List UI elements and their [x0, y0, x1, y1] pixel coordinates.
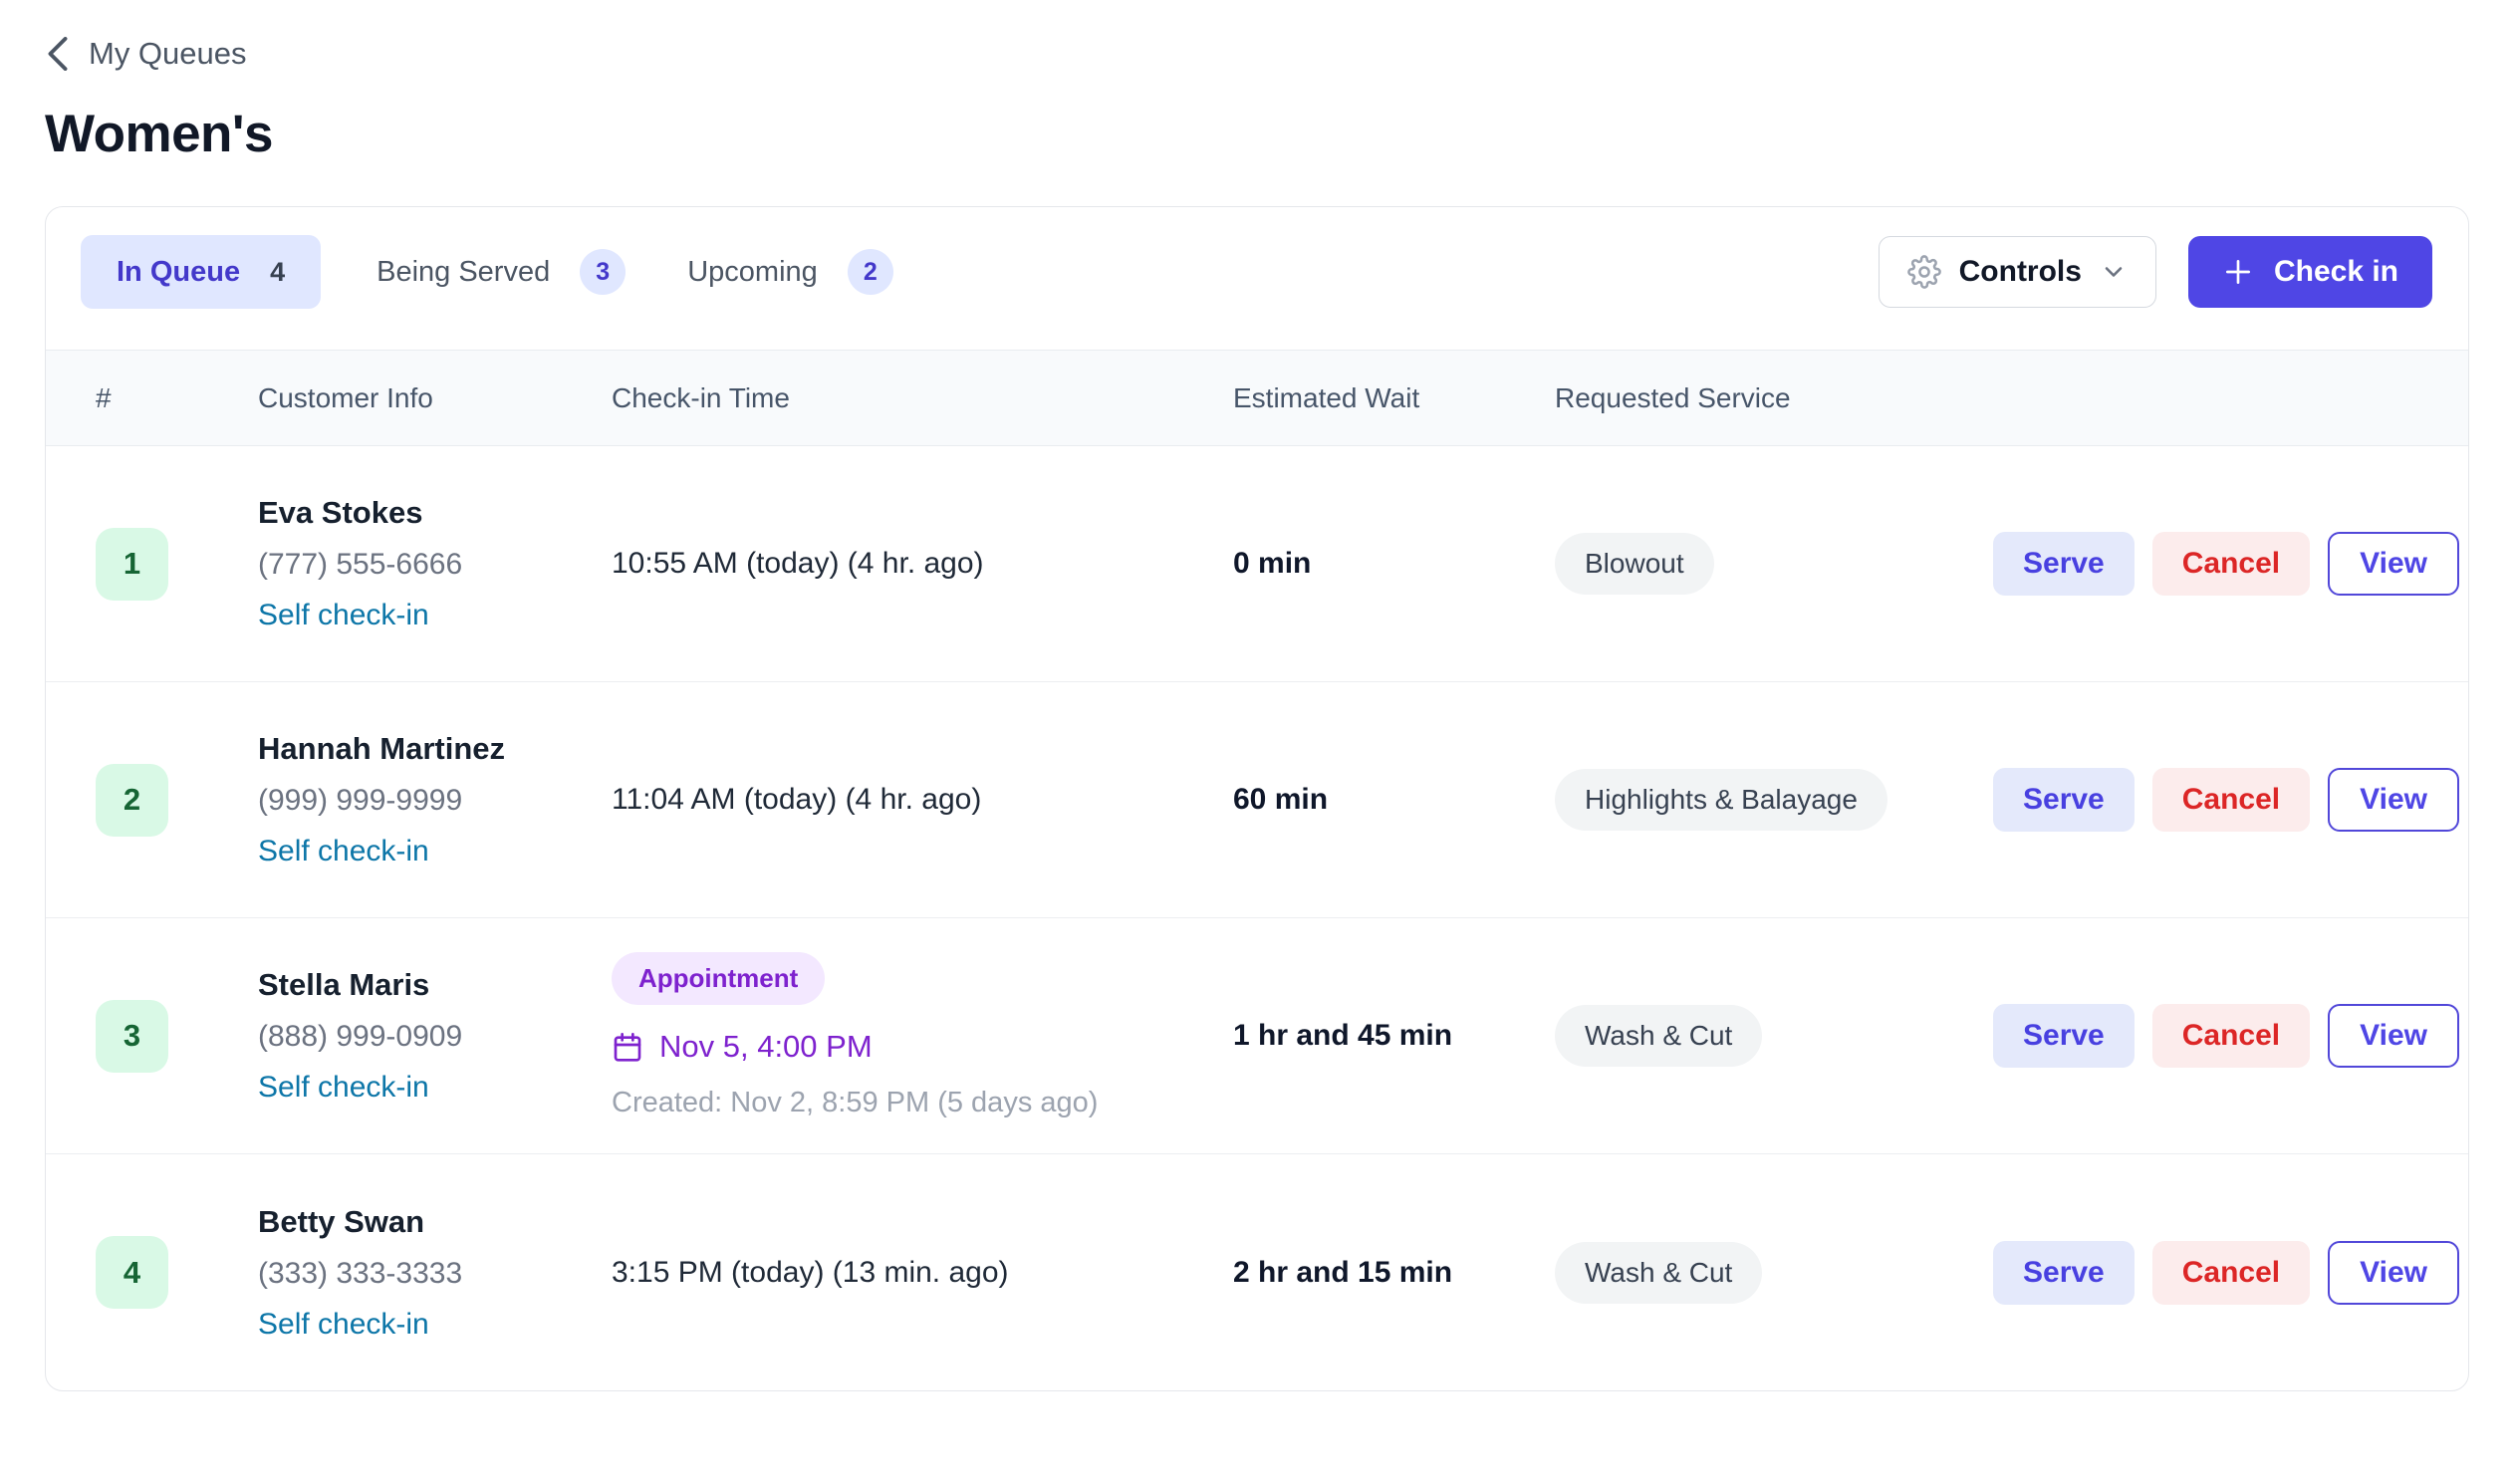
queue-toolbar: In Queue 4 Being Served 3 Upcoming 2	[46, 207, 2468, 350]
cancel-button[interactable]: Cancel	[2152, 532, 2310, 596]
requested-service-chip: Blowout	[1555, 533, 1714, 595]
table-row: 3 Stella Maris (888) 999-0909 Self check…	[46, 918, 2468, 1154]
tab-label: In Queue	[117, 256, 240, 289]
appointment-created-label: Created: Nov 2, 8:59 PM (5 days ago)	[612, 1087, 1098, 1119]
self-check-in-label: Self check-in	[258, 1308, 612, 1342]
customer-name: Stella Maris	[258, 967, 612, 1003]
requested-service-chip: Wash & Cut	[1555, 1005, 1762, 1067]
calendar-icon	[612, 1031, 643, 1063]
serve-button[interactable]: Serve	[1993, 1004, 2135, 1068]
self-check-in-label: Self check-in	[258, 835, 612, 868]
customer-name: Betty Swan	[258, 1204, 612, 1240]
estimated-wait: 1 hr and 45 min	[1233, 1019, 1555, 1053]
appointment-badge: Appointment	[612, 952, 825, 1005]
self-check-in-label: Self check-in	[258, 599, 612, 632]
tab-count-badge: 3	[580, 249, 626, 295]
column-header-checkin-time: Check-in Time	[612, 382, 1233, 414]
cancel-button[interactable]: Cancel	[2152, 1241, 2310, 1305]
customer-phone: (777) 555-6666	[258, 548, 612, 582]
table-row: 4 Betty Swan (333) 333-3333 Self check-i…	[46, 1154, 2468, 1390]
queue-position-badge: 2	[96, 764, 168, 837]
view-button[interactable]: View	[2328, 768, 2459, 832]
tab-upcoming[interactable]: Upcoming 2	[681, 235, 899, 309]
queue-position-badge: 4	[96, 1236, 168, 1309]
queue-card: In Queue 4 Being Served 3 Upcoming 2	[45, 206, 2469, 1391]
check-in-time: 11:04 AM (today) (4 hr. ago)	[612, 783, 1233, 817]
check-in-button-label: Check in	[2274, 255, 2398, 289]
estimated-wait: 2 hr and 15 min	[1233, 1256, 1555, 1290]
customer-name: Eva Stokes	[258, 495, 612, 531]
view-button[interactable]: View	[2328, 532, 2459, 596]
back-to-my-queues-link[interactable]: My Queues	[45, 36, 247, 72]
chevron-down-icon	[2100, 258, 2128, 286]
queue-page: My Queues Women's In Queue 4 Being Serve…	[0, 0, 2514, 1391]
customer-phone: (999) 999-9999	[258, 784, 612, 818]
view-button[interactable]: View	[2328, 1004, 2459, 1068]
tab-label: Being Served	[377, 256, 550, 289]
column-header-requested-service: Requested Service	[1555, 382, 1993, 414]
customer-phone: (888) 999-0909	[258, 1020, 612, 1054]
tab-being-served[interactable]: Being Served 3	[371, 235, 631, 309]
chevron-left-icon	[45, 37, 71, 71]
estimated-wait: 0 min	[1233, 547, 1555, 581]
plus-icon	[2222, 256, 2254, 288]
tab-count-badge: 2	[848, 249, 893, 295]
queue-position-badge: 1	[96, 528, 168, 601]
cancel-button[interactable]: Cancel	[2152, 768, 2310, 832]
check-in-button[interactable]: Check in	[2188, 236, 2432, 308]
toolbar-actions: Controls Check in	[1879, 236, 2432, 308]
tab-in-queue[interactable]: In Queue 4	[81, 235, 321, 309]
back-link-label: My Queues	[89, 36, 247, 72]
customer-name: Hannah Martinez	[258, 731, 612, 767]
controls-button-label: Controls	[1959, 255, 2082, 289]
cancel-button[interactable]: Cancel	[2152, 1004, 2310, 1068]
queue-tabs: In Queue 4 Being Served 3 Upcoming 2	[81, 235, 899, 309]
requested-service-chip: Wash & Cut	[1555, 1242, 1762, 1304]
serve-button[interactable]: Serve	[1993, 768, 2135, 832]
page-title: Women's	[45, 104, 2469, 164]
queue-position-badge: 3	[96, 1000, 168, 1073]
serve-button[interactable]: Serve	[1993, 532, 2135, 596]
self-check-in-label: Self check-in	[258, 1071, 612, 1105]
column-header-customer-info: Customer Info	[258, 382, 612, 414]
controls-button[interactable]: Controls	[1879, 236, 2156, 308]
column-header-number: #	[96, 382, 258, 414]
table-header-row: # Customer Info Check-in Time Estimated …	[46, 350, 2468, 446]
table-row: 2 Hannah Martinez (999) 999-9999 Self ch…	[46, 682, 2468, 918]
requested-service-chip: Highlights & Balayage	[1555, 769, 1887, 831]
view-button[interactable]: View	[2328, 1241, 2459, 1305]
tab-count: 4	[270, 257, 285, 288]
serve-button[interactable]: Serve	[1993, 1241, 2135, 1305]
check-in-time: 3:15 PM (today) (13 min. ago)	[612, 1256, 1233, 1290]
appointment-time: Nov 5, 4:00 PM	[659, 1029, 873, 1065]
customer-phone: (333) 333-3333	[258, 1257, 612, 1291]
estimated-wait: 60 min	[1233, 783, 1555, 817]
gear-icon	[1907, 255, 1941, 289]
check-in-time: 10:55 AM (today) (4 hr. ago)	[612, 547, 1233, 581]
tab-label: Upcoming	[687, 256, 818, 289]
column-header-estimated-wait: Estimated Wait	[1233, 382, 1555, 414]
table-row: 1 Eva Stokes (777) 555-6666 Self check-i…	[46, 446, 2468, 682]
